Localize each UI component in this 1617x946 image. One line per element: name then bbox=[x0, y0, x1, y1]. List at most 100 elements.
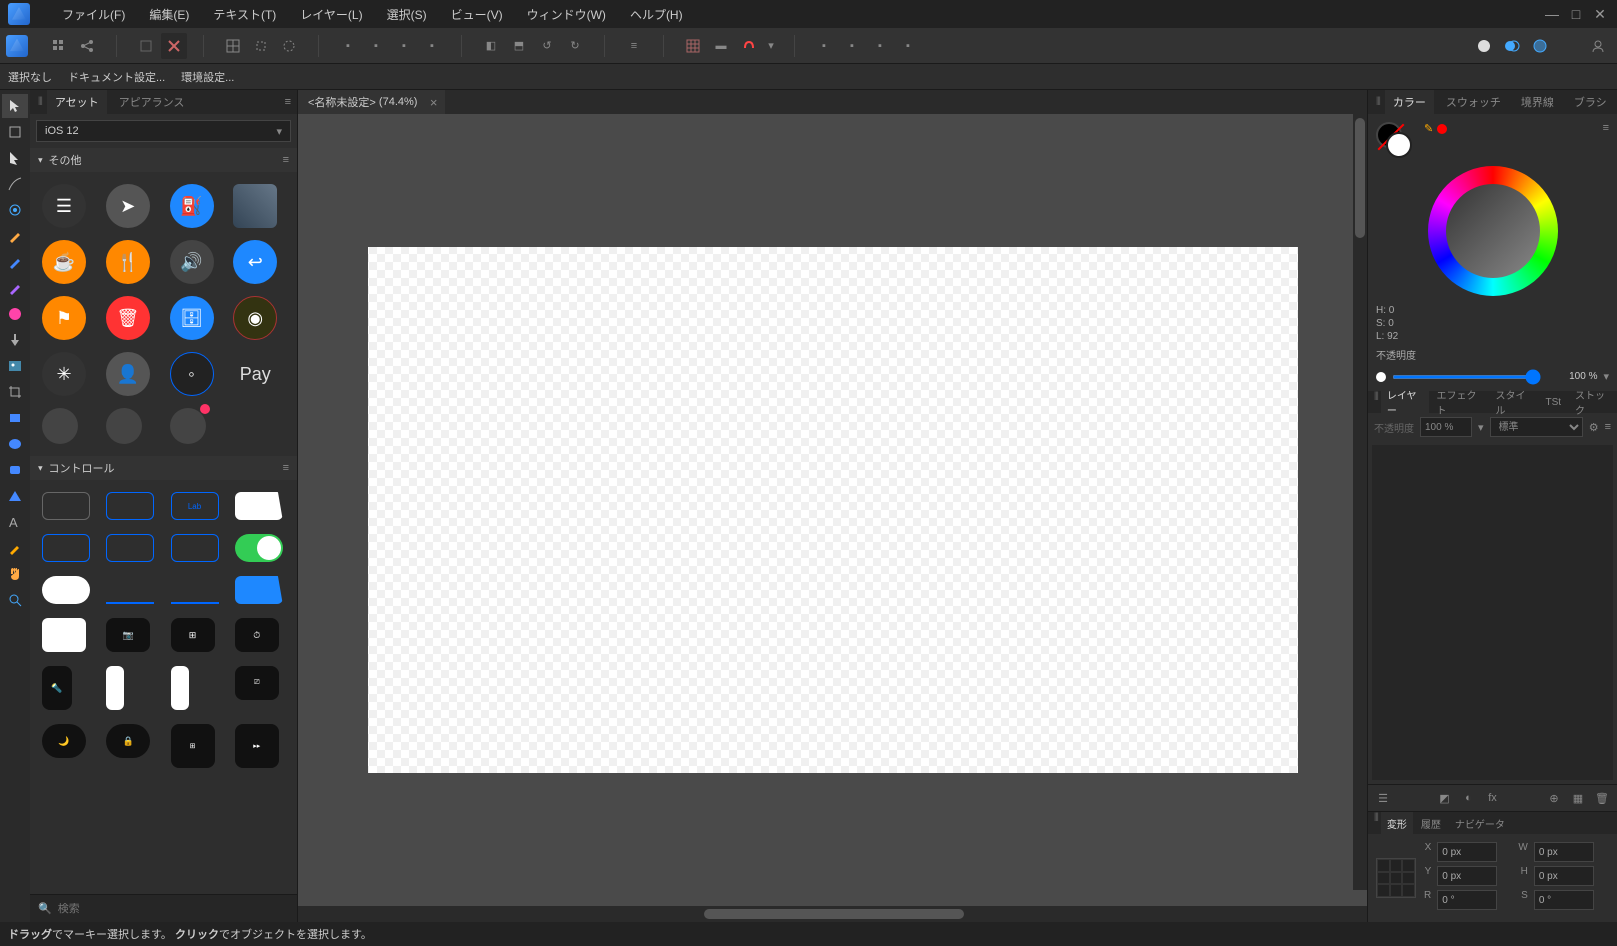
asset-volume-icon[interactable]: 🔊 bbox=[170, 240, 214, 284]
crop-tool[interactable] bbox=[2, 380, 28, 404]
asset-list-icon[interactable]: ☰ bbox=[42, 184, 86, 228]
place-image-tool[interactable] bbox=[2, 354, 28, 378]
ellipse-tool[interactable] bbox=[2, 432, 28, 456]
ctrl-field-3[interactable] bbox=[42, 534, 90, 562]
asset-fuel-icon[interactable]: ⛽ bbox=[170, 184, 214, 228]
ctrl-field-5[interactable] bbox=[171, 534, 219, 562]
revert-defaults-icon[interactable] bbox=[161, 33, 187, 59]
color-panel-menu-icon[interactable]: ≡ bbox=[1603, 122, 1609, 134]
tab-assets[interactable]: アセット bbox=[47, 90, 107, 114]
snap-icon[interactable] bbox=[220, 33, 246, 59]
ctrl-camera-icon[interactable]: 📷 bbox=[106, 618, 150, 652]
snapping-toggle-icon[interactable] bbox=[736, 33, 762, 59]
tab-swatches[interactable]: スウォッチ bbox=[1438, 90, 1509, 114]
layer-opacity-dropdown[interactable]: ▾ bbox=[1478, 421, 1484, 434]
asset-spinner-icon[interactable]: ✳ bbox=[42, 352, 86, 396]
insert-behind-icon[interactable] bbox=[1527, 33, 1553, 59]
rotate-ccw-icon[interactable]: ↺ bbox=[534, 33, 560, 59]
ctrl-switch-off[interactable] bbox=[42, 576, 90, 604]
menu-view[interactable]: ビュー(V) bbox=[439, 0, 515, 28]
fill-tool[interactable] bbox=[2, 302, 28, 326]
canvas[interactable] bbox=[368, 247, 1298, 773]
asset-applepay-icon[interactable]: Pay bbox=[233, 352, 277, 396]
preferences-link[interactable]: 環境設定... bbox=[181, 69, 234, 85]
add-layer-icon[interactable]: ⊕ bbox=[1545, 789, 1563, 807]
search-input[interactable] bbox=[58, 903, 289, 915]
asset-fingerprint-icon[interactable]: ◉ bbox=[233, 296, 277, 340]
layer-settings-icon[interactable]: ≡ bbox=[1605, 421, 1611, 433]
move-tool[interactable] bbox=[2, 94, 28, 118]
triangle-tool[interactable] bbox=[2, 484, 28, 508]
asset-food-icon[interactable]: 🍴 bbox=[106, 240, 150, 284]
tab-brushes[interactable]: ブラシ bbox=[1566, 90, 1615, 114]
transparency-tool[interactable] bbox=[2, 328, 28, 352]
zoom-tool[interactable] bbox=[2, 588, 28, 612]
opacity-slider[interactable] bbox=[1392, 375, 1541, 379]
asset-applewatch-icon[interactable] bbox=[233, 184, 277, 228]
ctrl-network-panel[interactable]: ⊞ bbox=[171, 724, 215, 768]
ctrl-dnd-icon[interactable]: 🌙 bbox=[42, 724, 86, 758]
adjustment-icon[interactable]: ◐ bbox=[1460, 789, 1478, 807]
account-icon[interactable] bbox=[1585, 33, 1611, 59]
ctrl-flashlight-icon[interactable]: 🔦 bbox=[42, 666, 72, 710]
ctrl-volume-slider[interactable] bbox=[106, 666, 124, 710]
vector-brush-tool[interactable] bbox=[2, 250, 28, 274]
ctrl-brightness-slider[interactable] bbox=[171, 666, 189, 710]
menu-select[interactable]: 選択(S) bbox=[375, 0, 439, 28]
fill-color-icon[interactable] bbox=[1386, 132, 1412, 158]
view-tool[interactable] bbox=[2, 562, 28, 586]
node-tool[interactable] bbox=[2, 146, 28, 170]
asset-section-controls[interactable]: コントロール ≡ bbox=[30, 456, 297, 480]
x-input[interactable] bbox=[1437, 842, 1497, 862]
section-menu-icon[interactable]: ≡ bbox=[283, 462, 289, 474]
mask-icon[interactable]: ◩ bbox=[1436, 789, 1454, 807]
persona-icon[interactable] bbox=[6, 35, 28, 57]
asset-livephoto-icon[interactable]: ◦ bbox=[170, 352, 214, 396]
tab-transform[interactable]: 変形 bbox=[1381, 812, 1413, 834]
anchor-selector[interactable] bbox=[1376, 858, 1416, 898]
rotate-cw-icon[interactable]: ↻ bbox=[562, 33, 588, 59]
insert-inside-icon[interactable] bbox=[1499, 33, 1525, 59]
scrollbar-horizontal[interactable] bbox=[298, 906, 1367, 922]
share-icon[interactable] bbox=[74, 33, 100, 59]
r-input[interactable] bbox=[1437, 890, 1497, 910]
add-pixel-layer-icon[interactable]: ▦ bbox=[1569, 789, 1587, 807]
asset-preset-dropdown[interactable]: iOS 12 bbox=[36, 120, 291, 142]
tab-stroke[interactable]: 境界線 bbox=[1513, 90, 1562, 114]
menu-edit[interactable]: 編集(E) bbox=[137, 0, 201, 28]
snap-candidates-icon[interactable] bbox=[248, 33, 274, 59]
tab-appearance[interactable]: アピアランス bbox=[111, 90, 193, 114]
ctrl-label-field[interactable]: Lab bbox=[171, 492, 219, 520]
layer-list[interactable] bbox=[1372, 445, 1613, 780]
pencil-tool[interactable] bbox=[2, 224, 28, 248]
ctrl-timer-icon[interactable]: ⏱ bbox=[235, 618, 279, 652]
scrollbar-vertical[interactable] bbox=[1353, 114, 1367, 890]
asset-reply-icon[interactable]: ↩ bbox=[233, 240, 277, 284]
menu-layer[interactable]: レイヤー(L) bbox=[288, 0, 374, 28]
intersect-icon[interactable]: ▪ bbox=[867, 33, 893, 59]
y-input[interactable] bbox=[1437, 866, 1497, 886]
align-icon[interactable]: ≡ bbox=[621, 33, 647, 59]
section-menu-icon[interactable]: ≡ bbox=[283, 154, 289, 166]
tab-styles[interactable]: スタイル bbox=[1490, 391, 1538, 413]
color-wheel[interactable] bbox=[1428, 166, 1558, 296]
asset-device-x[interactable] bbox=[106, 408, 142, 444]
snap-geometry-icon[interactable] bbox=[276, 33, 302, 59]
rectangle-tool[interactable] bbox=[2, 406, 28, 430]
pen-tool[interactable] bbox=[2, 172, 28, 196]
ctrl-switch-on[interactable] bbox=[235, 534, 283, 562]
guides-icon[interactable]: ▬ bbox=[708, 33, 734, 59]
asset-trash-icon[interactable]: 🗑 bbox=[106, 296, 150, 340]
ctrl-screen-mirror[interactable]: ⎚ bbox=[235, 666, 279, 700]
tab-navigator[interactable]: ナビゲータ bbox=[1449, 812, 1511, 834]
synchronize-defaults-icon[interactable] bbox=[133, 33, 159, 59]
back-one-icon[interactable]: ▪ bbox=[363, 33, 389, 59]
ctrl-slider-1[interactable] bbox=[106, 576, 154, 604]
asset-flag-icon[interactable]: ⚑ bbox=[42, 296, 86, 340]
opacity-dropdown-icon[interactable]: ▾ bbox=[1603, 370, 1609, 383]
opacity-value[interactable]: 100 % bbox=[1547, 371, 1597, 382]
menu-text[interactable]: テキスト(T) bbox=[201, 0, 288, 28]
asset-section-other[interactable]: その他 ≡ bbox=[30, 148, 297, 172]
color-picker-tool[interactable] bbox=[2, 536, 28, 560]
w-input[interactable] bbox=[1534, 842, 1594, 862]
